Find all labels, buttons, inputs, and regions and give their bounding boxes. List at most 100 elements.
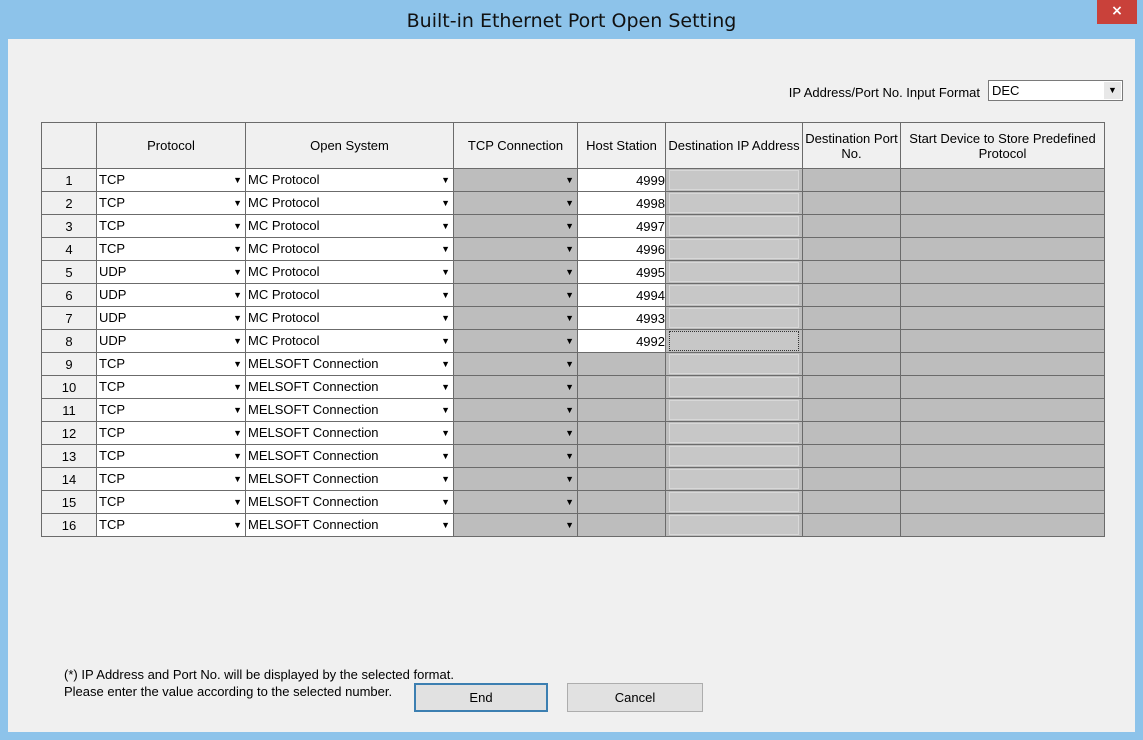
protocol-cell[interactable]: TCP ▼	[96, 421, 246, 445]
tcp-connection-cell[interactable]: ▼	[453, 398, 578, 422]
host-station-cell[interactable]: 4992	[577, 329, 666, 353]
chevron-down-icon[interactable]: ▼	[441, 330, 450, 352]
chevron-down-icon[interactable]: ▼	[233, 330, 242, 352]
tcp-connection-cell[interactable]: ▼	[453, 421, 578, 445]
protocol-select[interactable]: TCP ▼	[97, 422, 245, 444]
protocol-cell[interactable]: TCP ▼	[96, 191, 246, 215]
chevron-down-icon[interactable]: ▼	[233, 284, 242, 306]
chevron-down-icon[interactable]: ▼	[441, 376, 450, 398]
protocol-select[interactable]: TCP ▼	[97, 399, 245, 421]
protocol-select[interactable]: TCP ▼	[97, 445, 245, 467]
protocol-select[interactable]: UDP ▼	[97, 284, 245, 306]
open-system-cell[interactable]: MC Protocol ▼	[245, 168, 454, 192]
tcp-connection-cell[interactable]: ▼	[453, 214, 578, 238]
chevron-down-icon[interactable]: ▼	[565, 330, 574, 352]
input-format-select[interactable]: DEC ▼	[988, 80, 1123, 101]
open-system-select[interactable]: MC Protocol ▼	[246, 192, 453, 214]
open-system-cell[interactable]: MC Protocol ▼	[245, 214, 454, 238]
open-system-cell[interactable]: MELSOFT Connection ▼	[245, 352, 454, 376]
end-button[interactable]: End	[414, 683, 548, 712]
open-system-select[interactable]: MC Protocol ▼	[246, 169, 453, 191]
tcp-connection-cell[interactable]: ▼	[453, 237, 578, 261]
tcp-connection-cell[interactable]: ▼	[453, 168, 578, 192]
open-system-cell[interactable]: MELSOFT Connection ▼	[245, 398, 454, 422]
chevron-down-icon[interactable]: ▼	[441, 353, 450, 375]
tcp-connection-select[interactable]: ▼	[454, 399, 577, 421]
tcp-connection-cell[interactable]: ▼	[453, 513, 578, 537]
protocol-select[interactable]: TCP ▼	[97, 491, 245, 513]
protocol-cell[interactable]: UDP ▼	[96, 283, 246, 307]
chevron-down-icon[interactable]: ▼	[233, 261, 242, 283]
tcp-connection-select[interactable]: ▼	[454, 468, 577, 490]
open-system-cell[interactable]: MELSOFT Connection ▼	[245, 421, 454, 445]
chevron-down-icon[interactable]: ▼	[233, 238, 242, 260]
open-system-cell[interactable]: MELSOFT Connection ▼	[245, 467, 454, 491]
tcp-connection-cell[interactable]: ▼	[453, 490, 578, 514]
protocol-cell[interactable]: TCP ▼	[96, 352, 246, 376]
chevron-down-icon[interactable]: ▼	[565, 284, 574, 306]
chevron-down-icon[interactable]: ▼	[565, 445, 574, 467]
host-station-cell[interactable]: 4998	[577, 191, 666, 215]
chevron-down-icon[interactable]: ▼	[233, 399, 242, 421]
protocol-cell[interactable]: TCP ▼	[96, 237, 246, 261]
open-system-select[interactable]: MELSOFT Connection ▼	[246, 514, 453, 536]
tcp-connection-cell[interactable]: ▼	[453, 260, 578, 284]
host-station-cell[interactable]: 4997	[577, 214, 666, 238]
chevron-down-icon[interactable]: ▼	[441, 307, 450, 329]
tcp-connection-select[interactable]: ▼	[454, 284, 577, 306]
open-system-select[interactable]: MELSOFT Connection ▼	[246, 422, 453, 444]
protocol-cell[interactable]: TCP ▼	[96, 375, 246, 399]
protocol-select[interactable]: TCP ▼	[97, 353, 245, 375]
chevron-down-icon[interactable]: ▼	[441, 192, 450, 214]
close-icon[interactable]: ×	[1097, 0, 1137, 24]
tcp-connection-cell[interactable]: ▼	[453, 191, 578, 215]
protocol-cell[interactable]: UDP ▼	[96, 306, 246, 330]
host-station-cell[interactable]: 4996	[577, 237, 666, 261]
open-system-cell[interactable]: MC Protocol ▼	[245, 283, 454, 307]
open-system-cell[interactable]: MELSOFT Connection ▼	[245, 375, 454, 399]
tcp-connection-cell[interactable]: ▼	[453, 329, 578, 353]
chevron-down-icon[interactable]: ▼	[233, 491, 242, 513]
chevron-down-icon[interactable]: ▼	[565, 192, 574, 214]
protocol-cell[interactable]: TCP ▼	[96, 490, 246, 514]
chevron-down-icon[interactable]: ▼	[233, 422, 242, 444]
tcp-connection-cell[interactable]: ▼	[453, 283, 578, 307]
chevron-down-icon[interactable]: ▼	[233, 468, 242, 490]
protocol-select[interactable]: TCP ▼	[97, 514, 245, 536]
tcp-connection-select[interactable]: ▼	[454, 376, 577, 398]
protocol-cell[interactable]: TCP ▼	[96, 444, 246, 468]
open-system-cell[interactable]: MC Protocol ▼	[245, 237, 454, 261]
protocol-select[interactable]: TCP ▼	[97, 376, 245, 398]
tcp-connection-select[interactable]: ▼	[454, 353, 577, 375]
chevron-down-icon[interactable]: ▼	[565, 238, 574, 260]
host-station-cell[interactable]: 4999	[577, 168, 666, 192]
host-station-cell[interactable]: 4995	[577, 260, 666, 284]
chevron-down-icon[interactable]: ▼	[441, 445, 450, 467]
tcp-connection-select[interactable]: ▼	[454, 422, 577, 444]
tcp-connection-select[interactable]: ▼	[454, 169, 577, 191]
open-system-select[interactable]: MELSOFT Connection ▼	[246, 445, 453, 467]
open-system-cell[interactable]: MELSOFT Connection ▼	[245, 444, 454, 468]
protocol-select[interactable]: UDP ▼	[97, 307, 245, 329]
open-system-cell[interactable]: MC Protocol ▼	[245, 260, 454, 284]
chevron-down-icon[interactable]: ▼	[233, 169, 242, 191]
protocol-cell[interactable]: TCP ▼	[96, 398, 246, 422]
open-system-select[interactable]: MELSOFT Connection ▼	[246, 376, 453, 398]
chevron-down-icon[interactable]: ▼	[441, 215, 450, 237]
tcp-connection-cell[interactable]: ▼	[453, 306, 578, 330]
tcp-connection-select[interactable]: ▼	[454, 261, 577, 283]
open-system-select[interactable]: MC Protocol ▼	[246, 307, 453, 329]
chevron-down-icon[interactable]: ▼	[233, 514, 242, 536]
chevron-down-icon[interactable]: ▼	[441, 169, 450, 191]
chevron-down-icon[interactable]: ▼	[1104, 82, 1121, 99]
chevron-down-icon[interactable]: ▼	[441, 399, 450, 421]
protocol-select[interactable]: UDP ▼	[97, 261, 245, 283]
chevron-down-icon[interactable]: ▼	[565, 399, 574, 421]
open-system-select[interactable]: MELSOFT Connection ▼	[246, 491, 453, 513]
chevron-down-icon[interactable]: ▼	[565, 353, 574, 375]
protocol-cell[interactable]: UDP ▼	[96, 329, 246, 353]
chevron-down-icon[interactable]: ▼	[233, 445, 242, 467]
host-station-cell[interactable]: 4994	[577, 283, 666, 307]
open-system-select[interactable]: MC Protocol ▼	[246, 261, 453, 283]
protocol-select[interactable]: TCP ▼	[97, 192, 245, 214]
